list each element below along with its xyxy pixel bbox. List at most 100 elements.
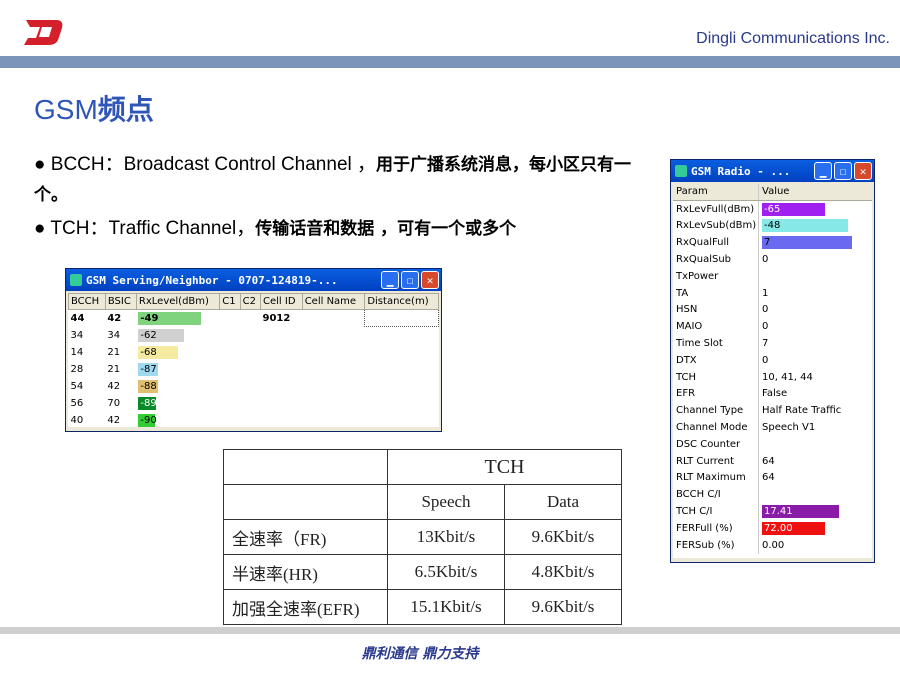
radio-param-row[interactable]: FERFull (%) 72.00: [673, 519, 872, 537]
distance-cell: [365, 361, 439, 378]
table-row[interactable]: 14 21 -68: [69, 344, 439, 361]
param-name: TxPower: [673, 267, 759, 285]
param-name: TCH: [673, 368, 759, 386]
radio-param-row[interactable]: Time Slot 7: [673, 335, 872, 352]
speech-header: Speech: [387, 484, 505, 520]
gsm-radio-window: GSM Radio - ... ▁ ☐ ✕ Param Value RxLevF…: [670, 159, 875, 563]
table-row[interactable]: 44 42 -49 9012: [69, 309, 439, 327]
serving-window-titlebar[interactable]: GSM Serving/Neighbor - 0707-124819-... ▁…: [66, 269, 441, 291]
value-column-header[interactable]: Value: [759, 184, 872, 200]
value-bar: 17.41: [762, 505, 839, 519]
speech-rate: 15.1Kbit/s: [387, 589, 505, 625]
param-value: -65: [759, 201, 872, 218]
param-column-header[interactable]: Param: [673, 184, 759, 200]
param-value: 0: [762, 321, 769, 333]
cellid-cell: [261, 378, 303, 395]
bcch-cell: 44: [70, 312, 85, 324]
radio-param-row[interactable]: TCH 10, 41, 44: [673, 368, 872, 386]
radio-param-row[interactable]: EFR False: [673, 385, 872, 403]
table-row[interactable]: 54 42 -88: [69, 378, 439, 395]
param-name: Channel Type: [673, 402, 759, 420]
gsm-app-icon: [675, 165, 687, 177]
column-header[interactable]: BSIC: [104, 293, 137, 310]
radio-param-row[interactable]: RxQualFull 7: [673, 234, 872, 252]
speech-rate: 13Kbit/s: [387, 519, 505, 555]
param-value: False: [762, 388, 788, 400]
column-header[interactable]: C1: [219, 293, 241, 310]
param-name: FERFull (%): [673, 519, 759, 537]
param-value: Half Rate Traffic: [762, 405, 842, 417]
cellid-cell: [261, 412, 303, 429]
radio-param-row[interactable]: FERSub (%) 0.00: [673, 536, 872, 554]
minimize-button[interactable]: ▁: [814, 162, 832, 180]
value-bar: 72.00: [762, 521, 825, 535]
bcch-cell: 56: [70, 397, 84, 409]
radio-param-row[interactable]: Channel Mode Speech V1: [673, 419, 872, 436]
table-row[interactable]: 40 42 -90: [69, 412, 439, 429]
cellname-cell: [302, 344, 365, 361]
param-name: RLT Maximum: [673, 469, 759, 487]
column-header[interactable]: Distance(m): [364, 293, 439, 310]
radio-param-row[interactable]: DTX 0: [673, 351, 872, 369]
radio-param-row[interactable]: TxPower: [673, 267, 872, 285]
data-rate: 9.6Kbit/s: [504, 519, 622, 555]
radio-window-titlebar[interactable]: GSM Radio - ... ▁ ☐ ✕: [671, 160, 874, 182]
serving-neighbor-table: BCCH BSIC RxLevel(dBm) C1 C2 Cell ID Cell Name…: [68, 293, 439, 429]
cellid-cell: [261, 395, 303, 412]
bullet-tch-desc: 传输话音和数据 ，可有一个或多个: [255, 219, 517, 239]
close-button[interactable]: ✕: [854, 162, 872, 180]
radio-param-row[interactable]: TCH C/I 17.41: [673, 503, 872, 520]
param-name: Channel Mode: [673, 419, 759, 436]
column-header[interactable]: RxLevel(dBm): [135, 293, 221, 310]
data-header: Data: [504, 484, 622, 520]
param-name: Time Slot: [673, 335, 759, 352]
rate-label: 全速率（FR): [223, 519, 388, 555]
c2-cell: [240, 361, 260, 378]
distance-cell: [365, 327, 439, 344]
company-logo: [24, 20, 63, 45]
radio-param-row[interactable]: BCCH C/I: [673, 486, 872, 504]
table-row[interactable]: 34 34 -62: [69, 327, 439, 344]
column-header[interactable]: Cell Name: [301, 293, 366, 310]
distance-cell: [365, 412, 439, 429]
table-row[interactable]: 28 21 -87: [69, 361, 439, 378]
bcch-cell: 40: [70, 414, 84, 426]
maximize-button[interactable]: ☐: [401, 271, 419, 289]
column-header[interactable]: BCCH: [68, 293, 106, 310]
radio-param-row[interactable]: DSC Counter: [673, 435, 872, 453]
radio-param-row[interactable]: RLT Current 64: [673, 452, 872, 470]
distance-cell: [365, 378, 439, 395]
bsic-cell: 42: [107, 414, 121, 426]
radio-param-row[interactable]: RxQualSub 0: [673, 251, 872, 268]
table-row[interactable]: 56 70 -89: [69, 395, 439, 412]
rxlevel-cell: -87: [136, 361, 219, 378]
radio-param-row[interactable]: Channel Type Half Rate Traffic: [673, 402, 872, 420]
tch-table-row: 加强全速率(EFR) 15.1Kbit/s 9.6Kbit/s: [223, 589, 622, 625]
c1-cell: [220, 327, 240, 344]
radio-param-row[interactable]: HSN 0: [673, 301, 872, 319]
radio-param-row[interactable]: RLT Maximum 64: [673, 469, 872, 487]
radio-param-row[interactable]: RxLevFull(dBm) -65: [673, 200, 872, 218]
c2-cell: [240, 395, 260, 412]
c2-cell: [240, 344, 260, 361]
value-bar: 7: [762, 236, 852, 250]
column-header[interactable]: C2: [239, 293, 262, 310]
c2-cell: [240, 327, 260, 344]
param-name: TA: [673, 284, 759, 302]
maximize-button[interactable]: ☐: [834, 162, 852, 180]
c1-cell: [220, 378, 240, 395]
close-button[interactable]: ✕: [421, 271, 439, 289]
tch-subheader-blank: [223, 484, 388, 520]
c1-cell: [220, 344, 240, 361]
cellname-cell: [302, 395, 365, 412]
param-value: [759, 486, 872, 503]
radio-param-row[interactable]: RxLevSub(dBm) -48: [673, 217, 872, 235]
radio-param-row[interactable]: MAIO 0: [673, 318, 872, 336]
header-bar: [0, 56, 900, 68]
column-header[interactable]: Cell ID: [260, 293, 303, 310]
bullet-tch-text: TCH：Traffic Channel，: [50, 218, 256, 239]
minimize-button[interactable]: ▁: [381, 271, 399, 289]
radio-param-row[interactable]: TA 1: [673, 284, 872, 302]
cellid-cell: [261, 327, 303, 344]
radio-window-title: GSM Radio - ...: [691, 164, 791, 178]
